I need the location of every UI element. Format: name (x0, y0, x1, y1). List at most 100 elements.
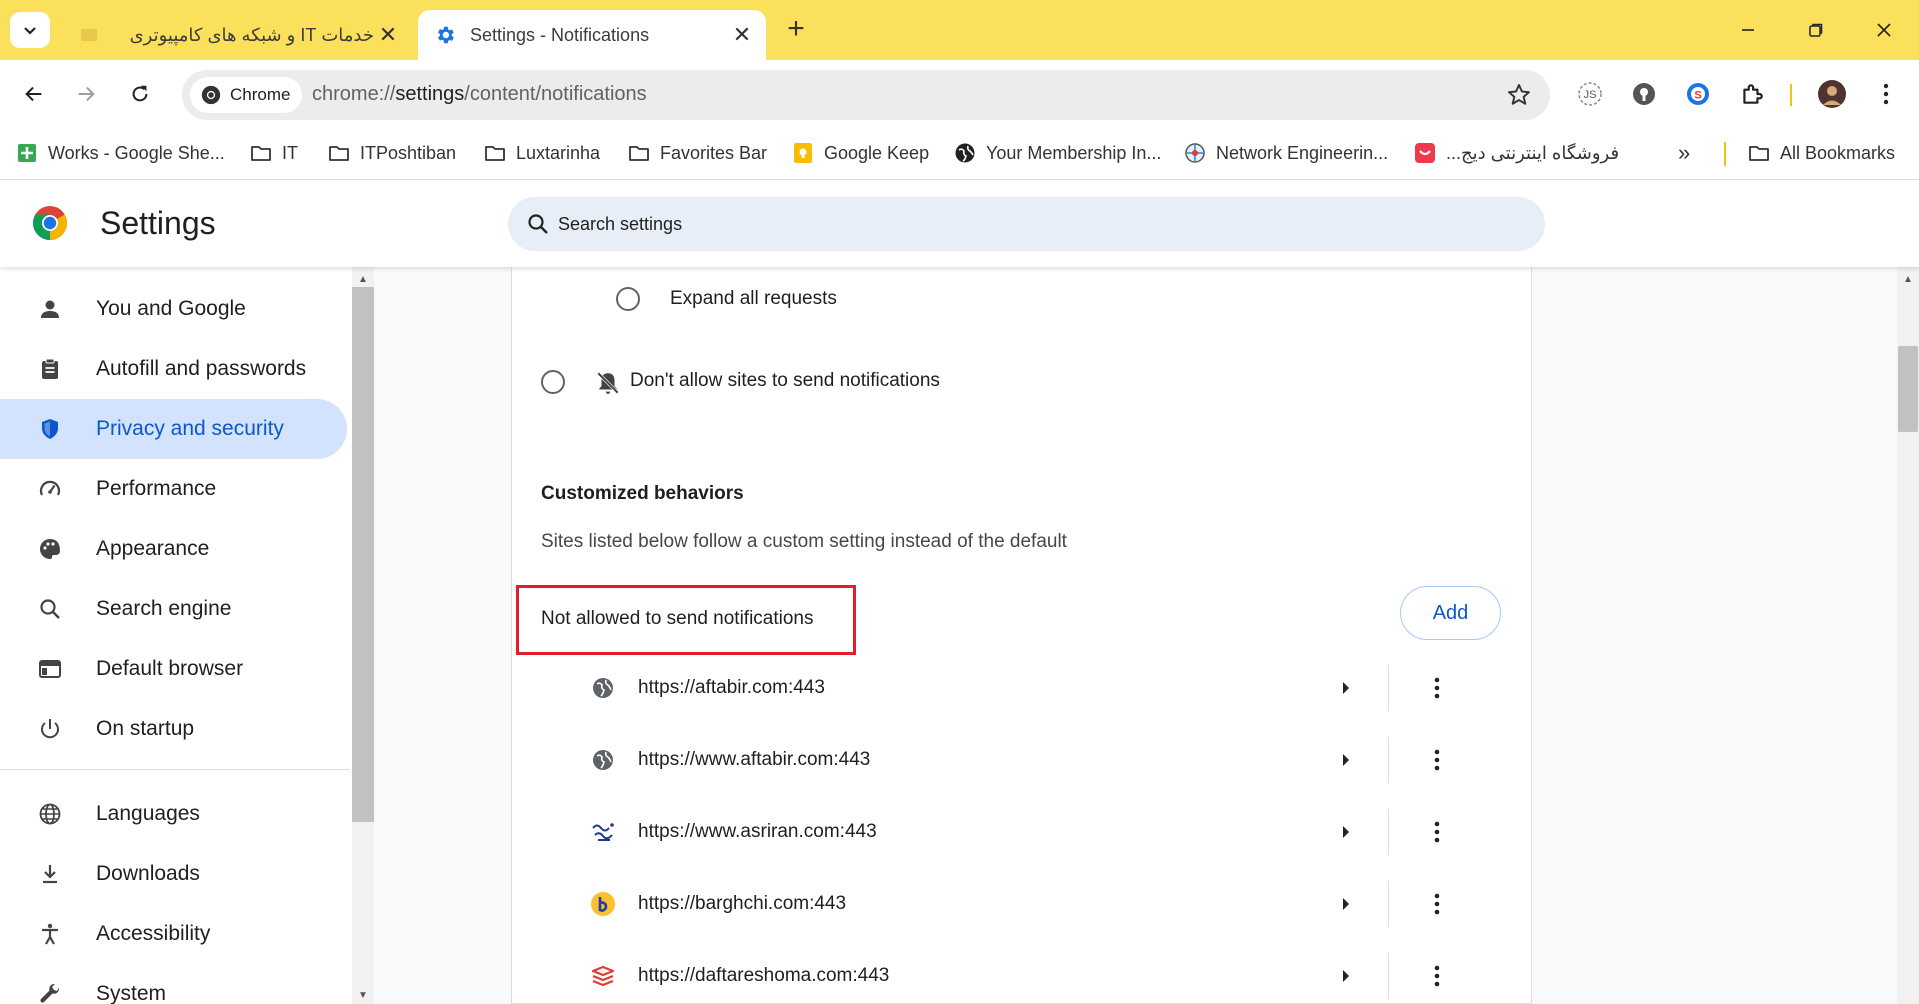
forward-button[interactable] (66, 74, 106, 114)
dont-allow-label: Don't allow sites to send notifications (630, 370, 940, 391)
reload-button[interactable] (120, 74, 160, 114)
site-row[interactable]: https://www.aftabir.com:443 (590, 724, 1490, 796)
scroll-up-arrow-icon[interactable]: ▲ (352, 270, 374, 288)
skype-extension-icon[interactable]: S (1682, 78, 1714, 110)
new-tab-button[interactable]: + (780, 14, 812, 46)
bookmark-label: ITPoshtiban (360, 142, 457, 163)
bookmark-luxtarinha[interactable]: Luxtarinha (484, 136, 600, 170)
wrench-icon (36, 980, 64, 1004)
expand-arrow-icon[interactable] (1328, 886, 1364, 922)
chip-label: Chrome (230, 85, 291, 104)
clipboard-icon (36, 355, 64, 383)
toolbar-separator (1790, 84, 1792, 106)
bookmark-network-engineering[interactable]: Network Engineerin... (1184, 136, 1388, 170)
sidebar-item-downloads[interactable]: Downloads (0, 844, 347, 904)
sidebar-item-default-browser[interactable]: Default browser (0, 639, 347, 699)
settings-header: Settings (0, 181, 1919, 267)
chrome-icon (201, 85, 221, 105)
main-scrollbar-thumb[interactable] (1898, 346, 1918, 432)
tab-it-services[interactable]: خدمات IT و شبکه های کامپیوتری ✕ (62, 10, 412, 60)
sidebar-item-appearance[interactable]: Appearance (0, 519, 347, 579)
sidebar-item-autofill[interactable]: Autofill and passwords (0, 339, 347, 399)
more-actions-icon[interactable] (1419, 958, 1455, 994)
sidebar-item-system[interactable]: System (0, 964, 347, 1004)
sidebar-item-performance[interactable]: Performance (0, 459, 347, 519)
sidebar-scrollbar-thumb[interactable] (352, 287, 374, 822)
sidebar-item-on-startup[interactable]: On startup (0, 699, 347, 759)
sidebar-item-languages[interactable]: Languages (0, 784, 347, 844)
row-separator (1388, 737, 1389, 783)
bookmark-works-sheets[interactable]: Works - Google She... (16, 136, 225, 170)
sidebar-item-label: Default browser (96, 657, 244, 680)
row-separator (1388, 665, 1389, 711)
address-bar[interactable]: Chrome chrome://settings/content/notific… (182, 70, 1550, 120)
close-window-button[interactable] (1864, 14, 1904, 46)
bookmark-it[interactable]: IT (250, 136, 298, 170)
sidebar-item-you-and-google[interactable]: You and Google (0, 279, 347, 339)
more-actions-icon[interactable] (1419, 670, 1455, 706)
bookmark-your-membership[interactable]: Your Membership In... (954, 136, 1161, 170)
expand-arrow-icon[interactable] (1328, 670, 1364, 706)
tab-settings-notifications[interactable]: Settings - Notifications ✕ (418, 10, 766, 60)
avatar[interactable] (1816, 78, 1848, 110)
bookmark-label: All Bookmarks (1780, 142, 1896, 163)
bookmark-label: فروشگاه اینترنتی دیج... (1446, 142, 1620, 163)
more-actions-icon[interactable] (1419, 742, 1455, 778)
close-icon[interactable]: ✕ (374, 21, 402, 49)
customized-behaviors-title: Customized behaviors (541, 483, 744, 504)
sidebar-item-label: Appearance (96, 537, 210, 560)
sidebar-item-label: Search engine (96, 597, 232, 620)
github-extension-icon[interactable] (1628, 78, 1660, 110)
scroll-up-arrow-icon[interactable]: ▲ (1897, 270, 1919, 288)
extensions-puzzle-icon[interactable] (1736, 78, 1768, 110)
back-button[interactable] (14, 74, 54, 114)
expand-all-radio[interactable] (616, 287, 640, 311)
folder-icon (1748, 142, 1770, 164)
restore-button[interactable] (1796, 14, 1836, 46)
bookmark-itposhtiban[interactable]: ITPoshtiban (328, 136, 456, 170)
close-icon[interactable]: ✕ (728, 21, 756, 49)
expand-arrow-icon[interactable] (1328, 814, 1364, 850)
site-row[interactable]: https://www.asriran.com:443 (590, 796, 1490, 868)
url-text: chrome://settings/content/notifications (312, 83, 647, 106)
bookmark-label: Google Keep (824, 142, 930, 163)
url-scheme: chrome:// (312, 83, 396, 105)
add-site-button[interactable]: Add (1400, 586, 1501, 640)
settings-search-box[interactable] (508, 197, 1545, 251)
google-keep-icon (792, 142, 814, 164)
globe-icon (590, 747, 616, 773)
scroll-down-arrow-icon[interactable]: ▼ (352, 986, 374, 1004)
sidebar-item-privacy-and-security[interactable]: Privacy and security (0, 399, 347, 459)
dont-allow-radio[interactable] (541, 370, 565, 394)
minimize-button[interactable] (1728, 14, 1768, 46)
site-url: https://daftareshoma.com:443 (638, 965, 890, 986)
tab-search-button[interactable] (10, 12, 50, 48)
bookmark-digikala[interactable]: فروشگاه اینترنتی دیج... (1414, 136, 1619, 170)
more-bookmarks-button[interactable]: » (1678, 136, 1690, 170)
sidebar-item-search-engine[interactable]: Search engine (0, 579, 347, 639)
all-bookmarks-button[interactable]: All Bookmarks (1748, 136, 1895, 170)
sidebar-item-label: You and Google (96, 297, 246, 320)
sidebar-item-accessibility[interactable]: Accessibility (0, 904, 347, 964)
bookmark-google-keep[interactable]: Google Keep (792, 136, 929, 170)
search-icon (36, 595, 64, 623)
bookmarks-bar: Works - Google She... IT ITPoshtiban Lux… (0, 128, 1919, 180)
site-info-chip[interactable]: Chrome (190, 77, 303, 113)
folder-icon (628, 142, 650, 164)
expand-arrow-icon[interactable] (1328, 742, 1364, 778)
more-actions-icon[interactable] (1419, 886, 1455, 922)
shield-icon (36, 415, 64, 443)
bookmark-favorites-bar[interactable]: Favorites Bar (628, 136, 767, 170)
more-actions-icon[interactable] (1419, 814, 1455, 850)
download-icon (36, 860, 64, 888)
sidebar-item-label: On startup (96, 717, 195, 740)
bookmark-star-icon[interactable] (1506, 82, 1532, 108)
more-menu-icon[interactable] (1870, 78, 1902, 110)
site-row[interactable]: https://aftabir.com:443 (590, 652, 1490, 724)
expand-arrow-icon[interactable] (1328, 958, 1364, 994)
site-row[interactable]: https://barghchi.com:443 (590, 868, 1490, 940)
search-input[interactable] (558, 197, 1458, 251)
site-row[interactable]: https://daftareshoma.com:443 (590, 940, 1490, 1004)
js-extension-icon[interactable]: JS (1574, 78, 1606, 110)
svg-text:JS: JS (1584, 89, 1597, 101)
